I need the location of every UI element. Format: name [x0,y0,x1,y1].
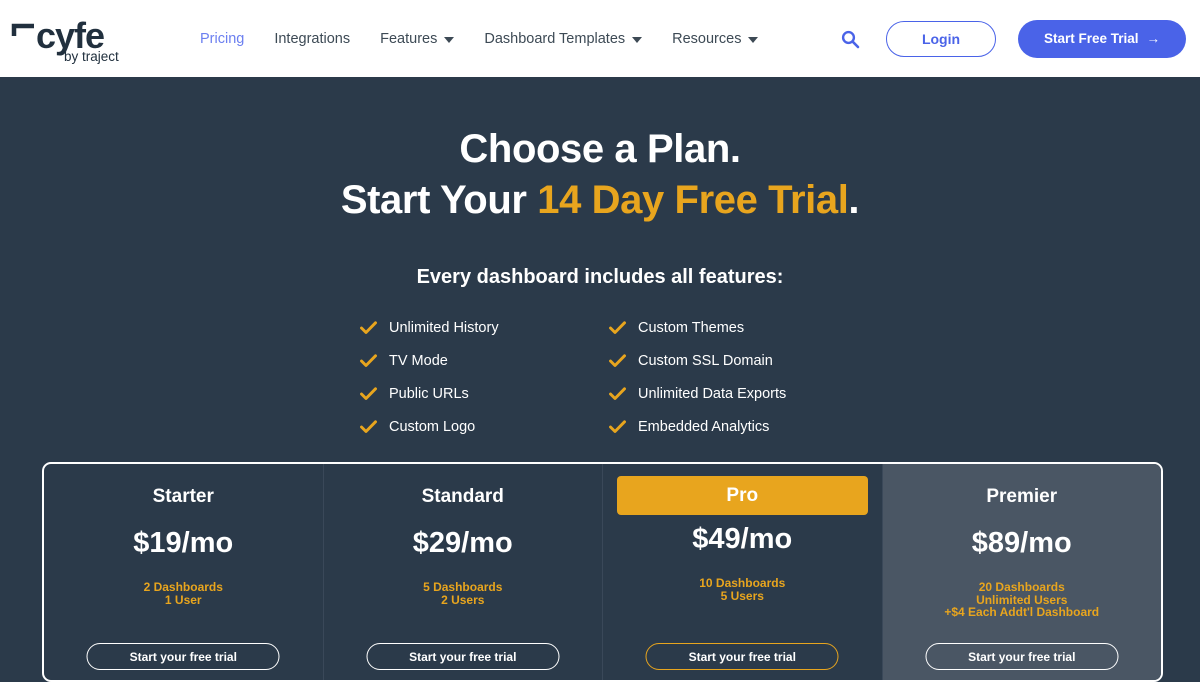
hero-line-2-accent: 14 Day Free Trial [537,178,849,222]
feature-label: Unlimited History [389,319,499,336]
feature-item: Custom Themes [609,318,840,337]
feature-item: Custom SSL Domain [609,351,840,370]
nav-item-dashboard-templates-label: Dashboard Templates [484,30,626,47]
brand-logo[interactable]: cyfe by traject [0,14,200,64]
plan-card-starter[interactable]: Starter $19/mo 2 Dashboards 1 User Start… [44,464,324,680]
feature-item: Custom Logo [360,417,591,436]
features-list: Unlimited History Custom Themes TV Mode … [360,318,840,436]
feature-label: Custom Logo [389,418,476,435]
cyfe-logo-icon: cyfe by traject [11,15,119,64]
feature-item: TV Mode [360,351,591,370]
feature-label: Custom Themes [638,319,745,336]
nav-item-resources[interactable]: Resources [672,30,759,47]
plan-cta-button[interactable]: Start your free trial [925,643,1119,670]
nav-links: Pricing Integrations Features Dashboard … [200,31,836,47]
chevron-down-icon [632,36,643,43]
plan-cta-button[interactable]: Start your free trial [645,643,839,670]
chevron-down-icon [748,36,759,43]
search-button[interactable] [836,25,864,53]
top-navbar: cyfe by traject Pricing Integrations Fea… [0,0,1200,77]
plan-detail-line: 2 Users [441,592,485,607]
nav-item-features[interactable]: Features [380,30,455,47]
feature-item: Unlimited Data Exports [609,384,840,403]
check-icon [360,320,377,334]
plan-detail-line: 2 Dashboards [143,580,223,594]
plan-detail-line: 5 Users [720,588,764,603]
plan-price: $49/mo [692,523,793,555]
plan-cta-button[interactable]: Start your free trial [366,643,560,670]
plan-card-premier[interactable]: Premier $89/mo 20 Dashboards Unlimited U… [882,464,1161,680]
arrow-right-icon: → [1146,31,1161,46]
feature-label: TV Mode [389,352,448,369]
feature-item: Embedded Analytics [609,417,840,436]
features-subtitle: Every dashboard includes all features: [416,266,784,288]
nav-item-pricing[interactable]: Pricing [200,31,244,47]
feature-label: Embedded Analytics [638,418,770,435]
plan-price: $29/mo [412,527,513,559]
plan-cta-button[interactable]: Start your free trial [86,643,280,670]
hero-line-2-prefix: Start Your [340,178,538,222]
hero-line-1: Choose a Plan. [459,127,741,171]
check-icon [609,419,626,433]
plan-name: Standard [421,486,504,507]
check-icon [609,353,626,367]
plan-card-standard[interactable]: Standard $29/mo 5 Dashboards 2 Users Sta… [324,464,603,680]
plan-detail-line: 5 Dashboards [423,580,503,594]
plan-name: Starter [152,486,214,507]
check-icon [360,386,377,400]
nav-item-integrations[interactable]: Integrations [274,31,350,47]
plan-detail-line: +$4 Each Addt'l Dashboard [944,605,1100,620]
feature-label: Unlimited Data Exports [638,385,787,402]
nav-item-pricing-label: Pricing [200,30,245,47]
nav-actions: Login Start Free Trial → [836,19,1192,58]
nav-item-dashboard-templates[interactable]: Dashboard Templates [484,30,643,47]
check-icon [360,353,377,367]
feature-label: Public URLs [389,385,469,402]
plan-price: $89/mo [971,527,1072,559]
plan-details: 10 Dashboards 5 Users [619,577,866,602]
plan-details: 5 Dashboards 2 Users [340,581,587,606]
nav-item-integrations-label: Integrations [274,30,351,47]
plan-details: 20 Dashboards Unlimited Users +$4 Each A… [899,581,1146,619]
plan-price: $19/mo [133,527,234,559]
nav-item-features-label: Features [380,30,438,47]
search-icon [841,30,860,48]
plan-details: 2 Dashboards 1 User [60,581,307,606]
check-icon [360,419,377,433]
plan-name: Premier [986,486,1058,507]
login-button[interactable]: Login [886,20,996,57]
feature-label: Custom SSL Domain [638,352,773,369]
plan-card-pro[interactable]: Pro $49/mo 10 Dashboards 5 Users Start y… [603,464,883,680]
chevron-down-icon [444,36,455,43]
plan-detail-line: 20 Dashboards [978,580,1065,594]
nav-item-resources-label: Resources [672,30,742,47]
hero-line-2-suffix: . [848,178,860,222]
start-free-trial-label: Start Free Trial [1043,31,1139,46]
feature-item: Public URLs [360,384,591,403]
plan-name: Pro [617,476,868,515]
svg-text:by traject: by traject [64,49,119,64]
plan-detail-line: 10 Dashboards [699,576,786,590]
hero-line-2: Start Your 14 Day Free Trial. [0,180,1200,220]
check-icon [609,320,626,334]
page-title: Choose a Plan. Start Your 14 Day Free Tr… [0,129,1200,220]
feature-item: Unlimited History [360,318,591,337]
pricing-plans-container: Starter $19/mo 2 Dashboards 1 User Start… [42,462,1163,682]
hero-section: Choose a Plan. Start Your 14 Day Free Tr… [0,77,1200,436]
plan-detail-line: 1 User [164,592,202,607]
check-icon [609,386,626,400]
start-free-trial-button[interactable]: Start Free Trial → [1018,19,1186,58]
